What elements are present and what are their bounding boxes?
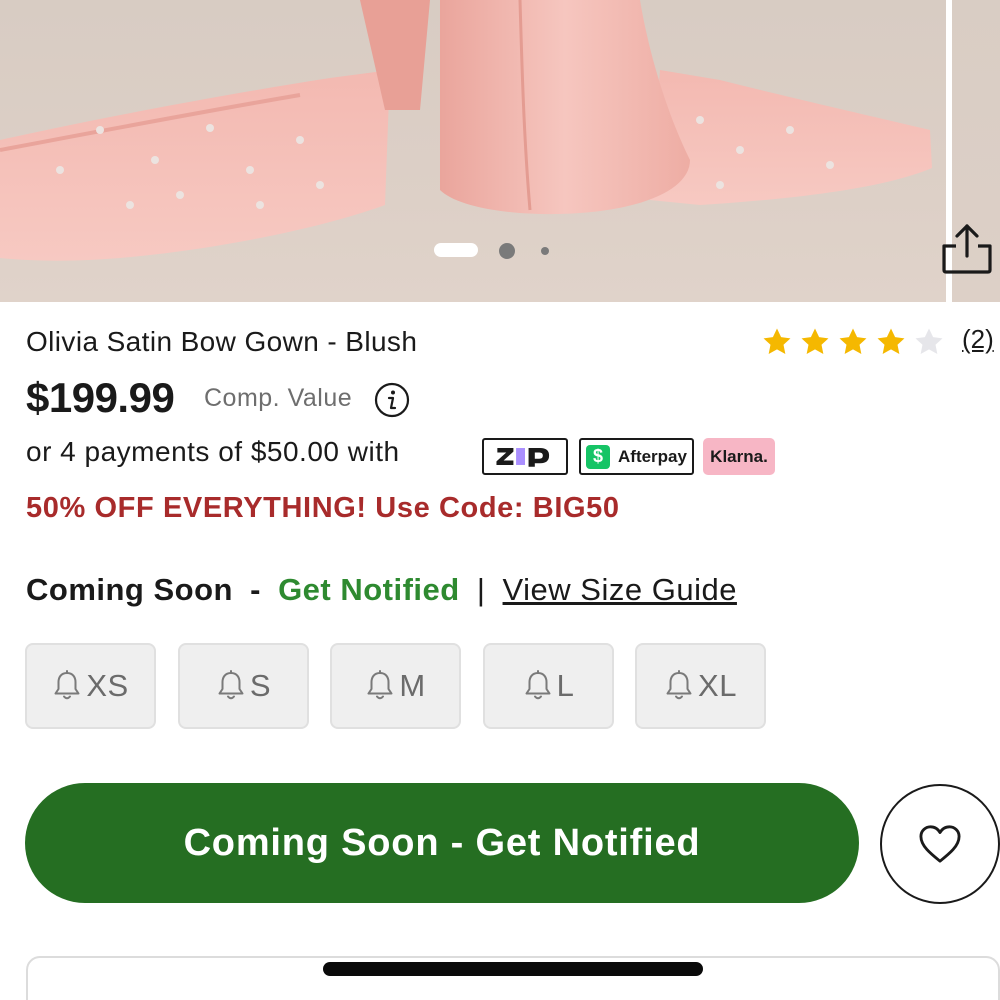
pagination-dot[interactable] xyxy=(541,247,549,255)
pagination-dot[interactable] xyxy=(499,243,515,259)
afterpay-logo-icon: $ xyxy=(586,444,610,469)
installments-text: or 4 payments of $50.00 with xyxy=(26,436,400,467)
pagination-dot-active[interactable] xyxy=(434,243,478,257)
size-option-s[interactable]: S xyxy=(178,643,309,729)
gallery-pagination xyxy=(0,240,946,260)
bell-icon xyxy=(218,670,244,700)
star-filled-icon xyxy=(763,328,791,355)
home-indicator[interactable] xyxy=(323,962,703,976)
availability-row: Coming Soon - Get Notified | View Size G… xyxy=(26,572,737,608)
size-option-m[interactable]: M xyxy=(330,643,461,729)
zip-logo xyxy=(496,448,550,467)
heart-icon xyxy=(919,825,961,863)
size-selector: XS S M L XL xyxy=(25,643,770,729)
size-label: S xyxy=(249,668,272,703)
klarna-badge[interactable]: Klarna. xyxy=(703,438,775,475)
share-icon[interactable] xyxy=(936,218,998,280)
afterpay-label: Afterpay xyxy=(618,446,687,466)
notify-me-button[interactable]: Coming Soon - Get Notified xyxy=(25,783,859,903)
size-option-l[interactable]: L xyxy=(483,643,614,729)
info-icon[interactable] xyxy=(374,382,410,418)
coming-soon-label: Coming Soon xyxy=(26,572,233,607)
size-option-xs[interactable]: XS xyxy=(25,643,156,729)
bell-icon xyxy=(367,670,393,700)
product-title: Olivia Satin Bow Gown - Blush xyxy=(26,326,418,357)
wishlist-button[interactable] xyxy=(880,784,1000,904)
product-image-gallery[interactable] xyxy=(0,0,1000,302)
star-filled-icon xyxy=(839,328,867,355)
star-filled-icon xyxy=(801,328,829,355)
size-label: M xyxy=(399,668,426,703)
comp-value-label: Comp. Value xyxy=(204,384,353,412)
afterpay-badge[interactable]: $ Afterpay xyxy=(579,438,694,475)
bell-icon xyxy=(525,670,551,700)
zip-badge[interactable] xyxy=(482,438,568,475)
size-label: XL xyxy=(698,668,737,703)
bell-icon xyxy=(666,670,692,700)
size-label: L xyxy=(556,668,575,703)
separator: | xyxy=(476,572,486,607)
availability-dash: - xyxy=(250,572,261,607)
product-price: $199.99 xyxy=(26,374,175,421)
bell-icon xyxy=(54,670,80,700)
promo-banner: 50% OFF EVERYTHING! Use Code: BIG50 xyxy=(26,492,620,524)
review-count-link[interactable]: (2) xyxy=(962,324,994,355)
size-option-xl[interactable]: XL xyxy=(635,643,766,729)
get-notified-link[interactable]: Get Notified xyxy=(278,572,460,607)
star-empty-icon xyxy=(915,328,943,355)
size-guide-link[interactable]: View Size Guide xyxy=(503,572,737,607)
size-label: XS xyxy=(86,668,129,703)
rating-stars[interactable] xyxy=(760,324,950,360)
star-filled-icon xyxy=(877,328,905,355)
